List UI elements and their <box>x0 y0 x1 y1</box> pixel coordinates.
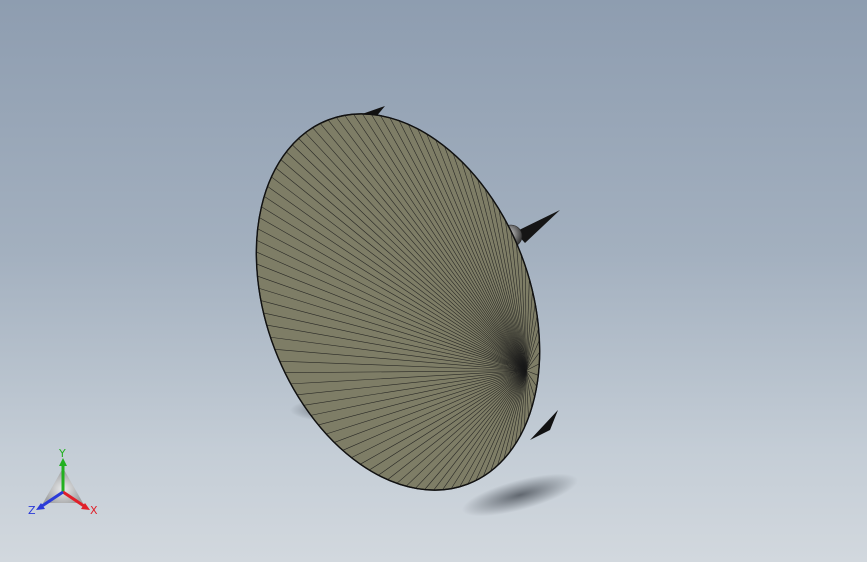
horn-bottom <box>530 410 558 440</box>
z-axis-label: Z <box>28 504 36 517</box>
graphics-viewport[interactable]: Y X Z <box>0 0 867 562</box>
x-axis-label: X <box>90 504 98 517</box>
coordinate-triad: Y X Z <box>26 447 106 523</box>
dish-model[interactable] <box>0 0 867 562</box>
dish-surface[interactable] <box>205 73 591 532</box>
dish-face <box>255 113 541 491</box>
y-axis-label: Y <box>58 448 66 460</box>
